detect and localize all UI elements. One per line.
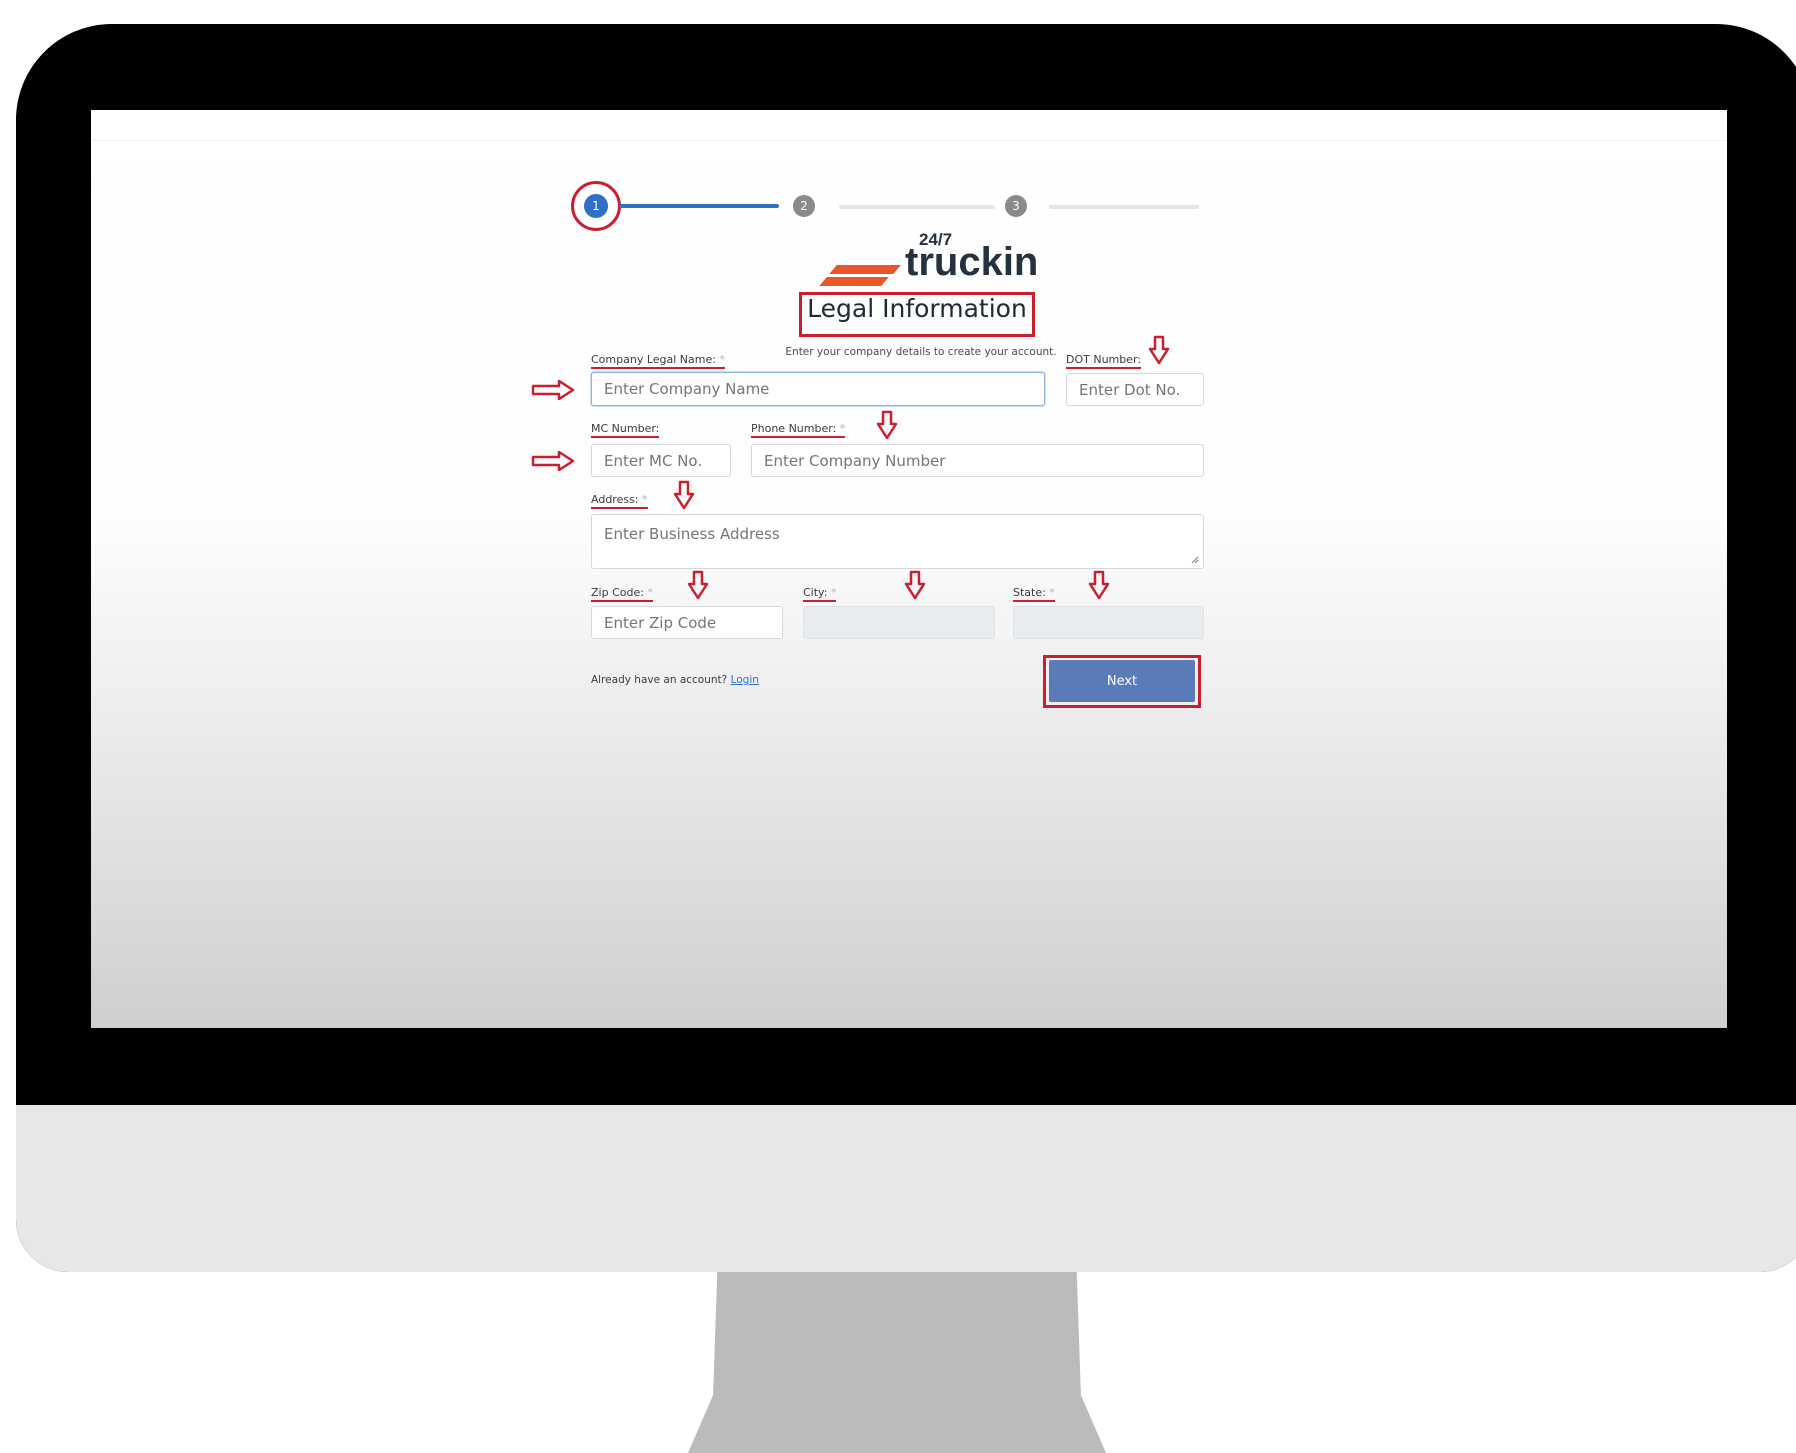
right-arrow-icon: [531, 380, 575, 400]
city-input: [803, 606, 995, 639]
down-arrow-icon: [904, 570, 926, 600]
business-address-textarea[interactable]: [591, 514, 1204, 569]
city-label: City: *: [803, 586, 837, 602]
logo-stripe: [829, 265, 901, 274]
logo-stripe: [819, 277, 889, 286]
required-mark: *: [830, 586, 837, 599]
next-button[interactable]: Next: [1049, 660, 1195, 702]
label-text: City:: [803, 586, 828, 599]
step-connector-2: [839, 205, 995, 209]
label-text: Phone Number:: [751, 422, 837, 435]
address-label: Address: *: [591, 493, 648, 509]
required-mark: *: [642, 493, 648, 506]
step-connector-3: [1049, 205, 1199, 209]
screen: 1 2 3 24/7 truckin Legal Information Ent…: [91, 110, 1727, 1028]
company-legal-name-label: Company Legal Name: *: [591, 353, 725, 369]
required-mark: *: [839, 422, 846, 435]
monitor-bezel: 1 2 3 24/7 truckin Legal Information Ent…: [16, 24, 1796, 1272]
divider: [91, 140, 1727, 141]
zip-code-label: Zip Code: *: [591, 586, 653, 602]
down-arrow-icon: [687, 570, 709, 600]
label-text: DOT Number:: [1066, 353, 1142, 366]
down-arrow-icon: [876, 410, 898, 440]
phone-number-input[interactable]: [751, 444, 1204, 477]
already-account-label: Already have an account?: [591, 674, 728, 686]
step-1-indicator: 1: [584, 194, 608, 218]
page-title: Legal Information: [807, 294, 1027, 323]
already-account-text: Already have an account? Login: [591, 674, 759, 686]
company-legal-name-input[interactable]: [591, 372, 1045, 406]
down-arrow-icon: [673, 480, 695, 510]
state-label: State: *: [1013, 586, 1055, 602]
label-text: State:: [1013, 586, 1046, 599]
label-text: Zip Code:: [591, 586, 644, 599]
mc-number-input[interactable]: [591, 444, 731, 477]
down-arrow-icon: [1148, 335, 1170, 365]
zip-code-input[interactable]: [591, 606, 783, 639]
resize-grip-icon[interactable]: [1191, 556, 1199, 564]
step-3-indicator: 3: [1005, 195, 1027, 217]
label-text: MC Number:: [591, 422, 660, 435]
step-2-indicator: 2: [793, 195, 815, 217]
truckin-logo: 24/7 truckin: [819, 230, 1041, 294]
dot-number-input[interactable]: [1066, 373, 1204, 406]
label-text: Company Legal Name:: [591, 353, 716, 366]
label-text: Address:: [591, 493, 639, 506]
monitor-chin: [16, 1105, 1796, 1272]
right-arrow-icon: [531, 451, 575, 471]
monitor-stand: [688, 1272, 1106, 1453]
required-mark: *: [647, 586, 653, 599]
required-mark: *: [719, 353, 725, 366]
dot-number-label: DOT Number:: [1066, 353, 1142, 369]
monitor-mockup: 1 2 3 24/7 truckin Legal Information Ent…: [0, 0, 1796, 1453]
logo-wordmark: truckin: [905, 240, 1039, 284]
login-link[interactable]: Login: [731, 674, 759, 686]
required-mark: *: [1049, 586, 1055, 599]
mc-number-label: MC Number:: [591, 422, 660, 438]
phone-number-label: Phone Number: *: [751, 422, 846, 438]
state-input: [1013, 606, 1204, 639]
step-connector-1: [619, 204, 779, 208]
down-arrow-icon: [1088, 570, 1110, 600]
